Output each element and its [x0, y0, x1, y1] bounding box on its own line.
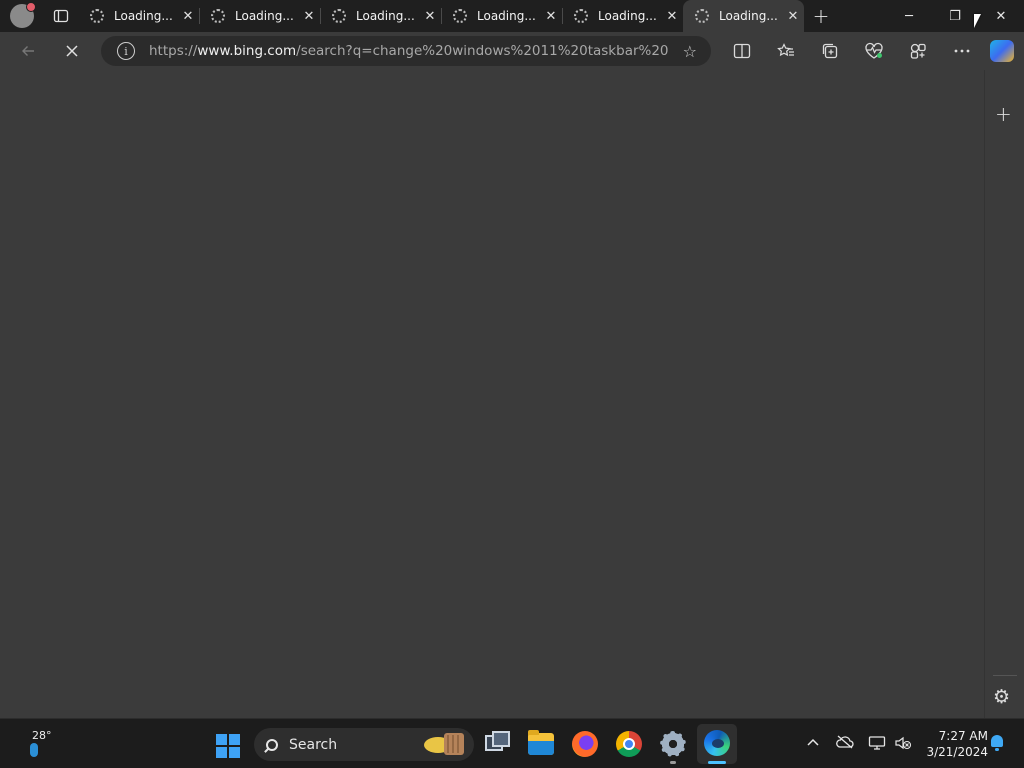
settings-running-indicator [670, 761, 676, 764]
settings-gear-icon[interactable] [660, 731, 686, 757]
tab-close-icon[interactable]: ✕ [782, 9, 804, 24]
clock-date: 3/21/2024 [926, 745, 988, 759]
start-button-windows-icon[interactable] [216, 734, 240, 758]
edge-icon [704, 730, 730, 756]
weather-temperature: 28° [32, 729, 52, 742]
loading-spinner-icon [574, 9, 588, 23]
show-hidden-icons-chevron-icon[interactable] [806, 735, 820, 751]
tab[interactable]: Loading... ✕ [78, 0, 199, 32]
edge-active-indicator [708, 761, 726, 764]
back-button[interactable] [10, 36, 46, 66]
tab-close-icon[interactable]: ✕ [540, 9, 562, 24]
search-icon [266, 738, 278, 751]
site-info-icon[interactable]: i [117, 42, 135, 60]
sidebar-settings-gear-icon[interactable]: ⚙ [993, 686, 1010, 708]
tab-title: Loading... [598, 9, 657, 23]
more-options-icon[interactable] [940, 36, 984, 66]
tab-title: Loading... [356, 9, 415, 23]
loading-spinner-icon [211, 9, 225, 23]
onedrive-offline-icon[interactable] [836, 735, 854, 753]
profile-avatar[interactable] [10, 2, 36, 28]
notifications-bell-icon[interactable] [990, 735, 1004, 751]
window-controls: ─ ❐ ✕ [886, 0, 1024, 32]
loading-spinner-icon [90, 9, 104, 23]
close-window-button[interactable]: ✕ [978, 0, 1024, 32]
address-bar[interactable]: i https://www.bing.com/search?q=change%2… [101, 36, 711, 66]
url-path: /search?q=change%20windows%2011%20taskba… [296, 43, 669, 59]
tab-actions-menu-icon[interactable] [46, 4, 76, 28]
tab[interactable]: Loading... ✕ [562, 0, 683, 32]
chrome-icon[interactable] [616, 731, 642, 757]
tab-title: Loading... [235, 9, 294, 23]
tab[interactable]: Loading... ✕ [199, 0, 320, 32]
windows-taskbar: 28° Search 7:27 AM 3/21/2024 [0, 718, 1024, 768]
firefox-icon[interactable] [572, 731, 598, 757]
restore-button[interactable]: ❐ [932, 0, 978, 32]
tab-close-icon[interactable]: ✕ [177, 9, 199, 24]
mouse-cursor-icon [974, 14, 981, 28]
edge-taskbar-button[interactable] [697, 724, 737, 764]
copilot-icon[interactable] [990, 40, 1014, 62]
tab-title: Loading... [719, 9, 778, 23]
tab-close-icon[interactable]: ✕ [298, 9, 320, 24]
loading-spinner-icon [453, 9, 467, 23]
favorites-icon[interactable] [764, 36, 808, 66]
search-highlight-illustration-icon [424, 733, 464, 755]
task-view-icon[interactable] [485, 731, 511, 757]
extensions-icon[interactable] [896, 36, 940, 66]
split-screen-icon[interactable] [720, 36, 764, 66]
search-label: Search [289, 736, 338, 753]
loading-spinner-icon [695, 9, 709, 23]
new-tab-button[interactable]: + [804, 0, 838, 32]
thermometer-icon [30, 743, 38, 757]
taskbar-search-box[interactable]: Search [254, 728, 474, 761]
file-explorer-icon[interactable] [528, 730, 554, 755]
volume-muted-icon[interactable] [894, 735, 912, 755]
system-clock[interactable]: 7:27 AM 3/21/2024 [920, 728, 988, 760]
address-url[interactable]: https://www.bing.com/search?q=change%20w… [149, 43, 669, 59]
tab-strip: Loading... ✕ Loading... ✕ Loading... ✕ Load… [0, 0, 1024, 32]
tab-title: Loading... [114, 9, 173, 23]
collections-icon[interactable] [808, 36, 852, 66]
browser-essentials-icon[interactable] [852, 36, 896, 66]
tab-close-icon[interactable]: ✕ [419, 9, 441, 24]
weather-widget[interactable]: 28° [20, 729, 60, 759]
network-icon[interactable] [868, 735, 886, 755]
add-favorite-star-icon[interactable]: ☆ [683, 42, 697, 61]
tab[interactable]: Loading... ✕ [320, 0, 441, 32]
minimize-button[interactable]: ─ [886, 0, 932, 32]
back-arrow-icon [22, 46, 34, 56]
loading-spinner-icon [332, 9, 346, 23]
tab[interactable]: Loading... ✕ [441, 0, 562, 32]
page-content [0, 70, 984, 718]
stop-loading-button[interactable] [54, 36, 90, 66]
url-host: www.bing.com [197, 43, 297, 59]
clock-time: 7:27 AM [938, 729, 988, 743]
browser-toolbar: i https://www.bing.com/search?q=change%2… [0, 32, 1024, 70]
tab-close-icon[interactable]: ✕ [661, 9, 683, 24]
tab-title: Loading... [477, 9, 536, 23]
toolbar-tools [720, 36, 984, 66]
tab-list: Loading... ✕ Loading... ✕ Loading... ✕ Load… [78, 0, 804, 32]
tab-active[interactable]: Loading... ✕ [683, 0, 804, 32]
sidebar-divider [993, 675, 1017, 676]
edge-sidebar: + ⚙ [984, 70, 1024, 718]
stop-icon [66, 45, 78, 57]
add-sidebar-app-icon[interactable]: + [995, 102, 1012, 126]
url-scheme: https:// [149, 43, 198, 59]
